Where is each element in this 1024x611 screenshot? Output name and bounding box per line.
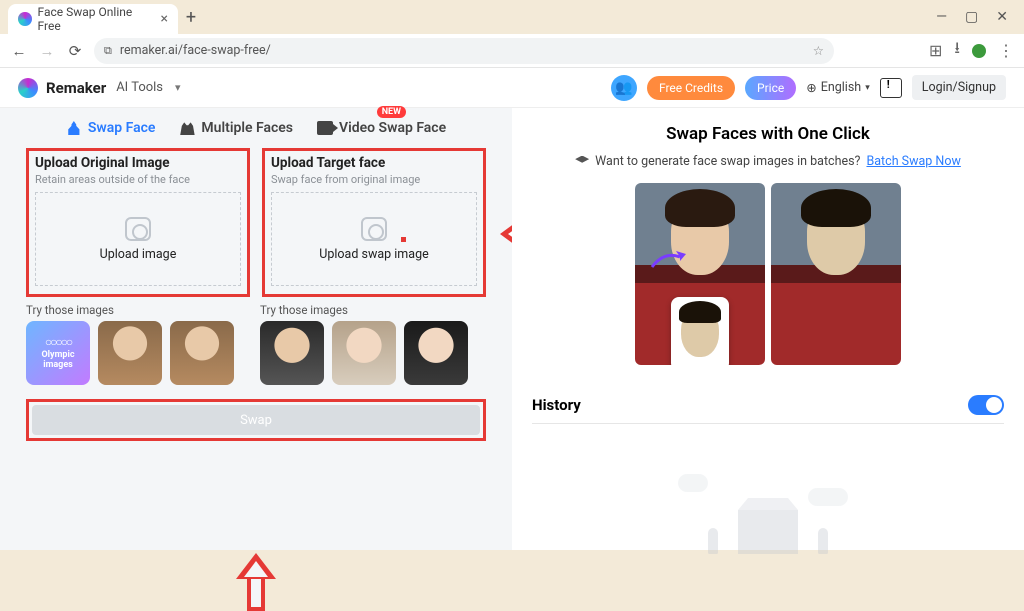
page-title: Swap Faces with One Click — [532, 124, 1004, 144]
swap-button[interactable]: Swap — [32, 405, 480, 435]
app-header: Remaker AI Tools ▾ 👥 Free Credits Price … — [0, 68, 1024, 108]
profile-icon[interactable] — [972, 44, 986, 58]
upload-original-dropzone[interactable]: Upload image — [35, 192, 241, 286]
close-window-icon[interactable]: ✕ — [996, 9, 1008, 25]
panel-title: Upload Target face — [271, 155, 477, 171]
sample-olympic[interactable]: ○○○○○ Olympic images — [26, 321, 90, 385]
demo-source-image — [635, 183, 765, 365]
chevron-down-icon: ▾ — [175, 81, 181, 94]
language-selector[interactable]: ⊕ English ▾ — [806, 80, 869, 96]
price-button[interactable]: Price — [745, 76, 796, 100]
tab-multiple-faces[interactable]: Multiple Faces — [179, 120, 293, 136]
reload-icon[interactable]: ⟳ — [66, 42, 84, 60]
drop-label: Upload image — [100, 247, 177, 262]
sample-face[interactable] — [332, 321, 396, 385]
panel-title: Upload Original Image — [35, 155, 241, 171]
login-button[interactable]: Login/Signup — [912, 75, 1006, 100]
site-info-icon[interactable]: ⧉ — [104, 44, 112, 58]
panel-subtitle: Retain areas outside of the face — [35, 173, 241, 186]
sample-face[interactable] — [404, 321, 468, 385]
new-badge: NEW — [377, 106, 406, 118]
history-label: History — [532, 396, 581, 414]
upload-original-panel: Upload Original Image Retain areas outsi… — [26, 148, 250, 297]
extensions-icon[interactable]: ⊞ — [929, 41, 942, 60]
panel-subtitle: Swap face from original image — [271, 173, 477, 186]
olympic-label: Olympic images — [26, 351, 90, 371]
tab-swap-face[interactable]: Swap Face — [66, 120, 156, 136]
swap-arrow-icon — [650, 249, 690, 271]
sample-face[interactable] — [260, 321, 324, 385]
sample-image[interactable] — [98, 321, 162, 385]
community-icon[interactable]: 👥 — [611, 75, 637, 101]
address-text: remaker.ai/face-swap-free/ — [120, 43, 271, 58]
upload-icon — [125, 217, 151, 241]
browser-titlebar: Face Swap Online Free × + — ▢ ✕ — [0, 0, 1024, 34]
empty-state-illustration — [658, 470, 878, 560]
batch-row: Want to generate face swap images in bat… — [532, 154, 1004, 169]
sample-image[interactable] — [170, 321, 234, 385]
menu-icon[interactable]: ⋮ — [998, 41, 1014, 60]
batch-question: Want to generate face swap images in bat… — [595, 154, 860, 169]
mode-tabs: NEW Swap Face Multiple Faces Video Swap … — [0, 108, 512, 148]
tab-title: Face Swap Online Free — [38, 5, 155, 33]
ai-tools-menu[interactable]: AI Tools — [116, 80, 163, 95]
chevron-down-icon: ▾ — [865, 83, 870, 93]
maximize-icon[interactable]: ▢ — [965, 9, 978, 25]
back-icon[interactable]: ← — [10, 42, 28, 60]
downloads-icon[interactable]: ⭳ — [954, 37, 960, 64]
person-icon — [66, 121, 82, 135]
right-pane: Swap Faces with One Click Want to genera… — [512, 108, 1024, 550]
new-tab-button[interactable]: + — [178, 4, 204, 30]
olympic-rings-icon: ○○○○○ — [45, 336, 71, 349]
try-label: Try those images — [260, 303, 486, 317]
demo-result-image — [771, 183, 901, 365]
tab-label: Swap Face — [88, 120, 156, 136]
upload-target-panel: Upload Target face Swap face from origin… — [262, 148, 486, 297]
logo-icon — [18, 78, 38, 98]
try-label: Try those images — [26, 303, 252, 317]
tab-label: Video Swap Face — [339, 120, 446, 136]
globe-icon: ⊕ — [806, 80, 816, 96]
minimize-icon[interactable]: — — [936, 9, 947, 25]
browser-toolbar: ← → ⟳ ⧉ remaker.ai/face-swap-free/ ☆ ⊞ ⭳… — [0, 34, 1024, 68]
feedback-icon[interactable] — [880, 78, 902, 98]
address-bar[interactable]: ⧉ remaker.ai/face-swap-free/ ☆ — [94, 38, 834, 64]
drop-label: Upload swap image — [319, 247, 428, 262]
language-label: English — [821, 80, 861, 95]
close-icon[interactable]: × — [161, 11, 168, 27]
brand-name[interactable]: Remaker — [46, 79, 106, 97]
people-icon — [179, 121, 195, 135]
bookmark-icon[interactable]: ☆ — [813, 43, 824, 59]
free-credits-button[interactable]: Free Credits — [647, 76, 735, 100]
upload-target-dropzone[interactable]: Upload swap image — [271, 192, 477, 286]
tab-label: Multiple Faces — [201, 120, 293, 136]
annotation-dot — [401, 237, 406, 242]
window-controls: — ▢ ✕ — [936, 9, 1016, 25]
favicon-icon — [18, 12, 32, 26]
history-toggle[interactable] — [968, 395, 1004, 415]
batch-swap-link[interactable]: Batch Swap Now — [866, 154, 960, 169]
stack-icon — [575, 156, 589, 168]
demo-preview — [532, 183, 1004, 365]
scan-face-icon — [361, 217, 387, 241]
annotation-arrow-up — [236, 553, 276, 611]
left-pane: NEW Swap Face Multiple Faces Video Swap … — [0, 108, 512, 550]
tab-video-swap-face[interactable]: Video Swap Face — [317, 120, 446, 136]
swap-button-highlight: Swap — [26, 399, 486, 441]
forward-icon[interactable]: → — [38, 42, 56, 60]
browser-tab[interactable]: Face Swap Online Free × — [8, 4, 178, 34]
video-icon — [317, 121, 333, 135]
demo-face-overlay — [671, 297, 729, 365]
